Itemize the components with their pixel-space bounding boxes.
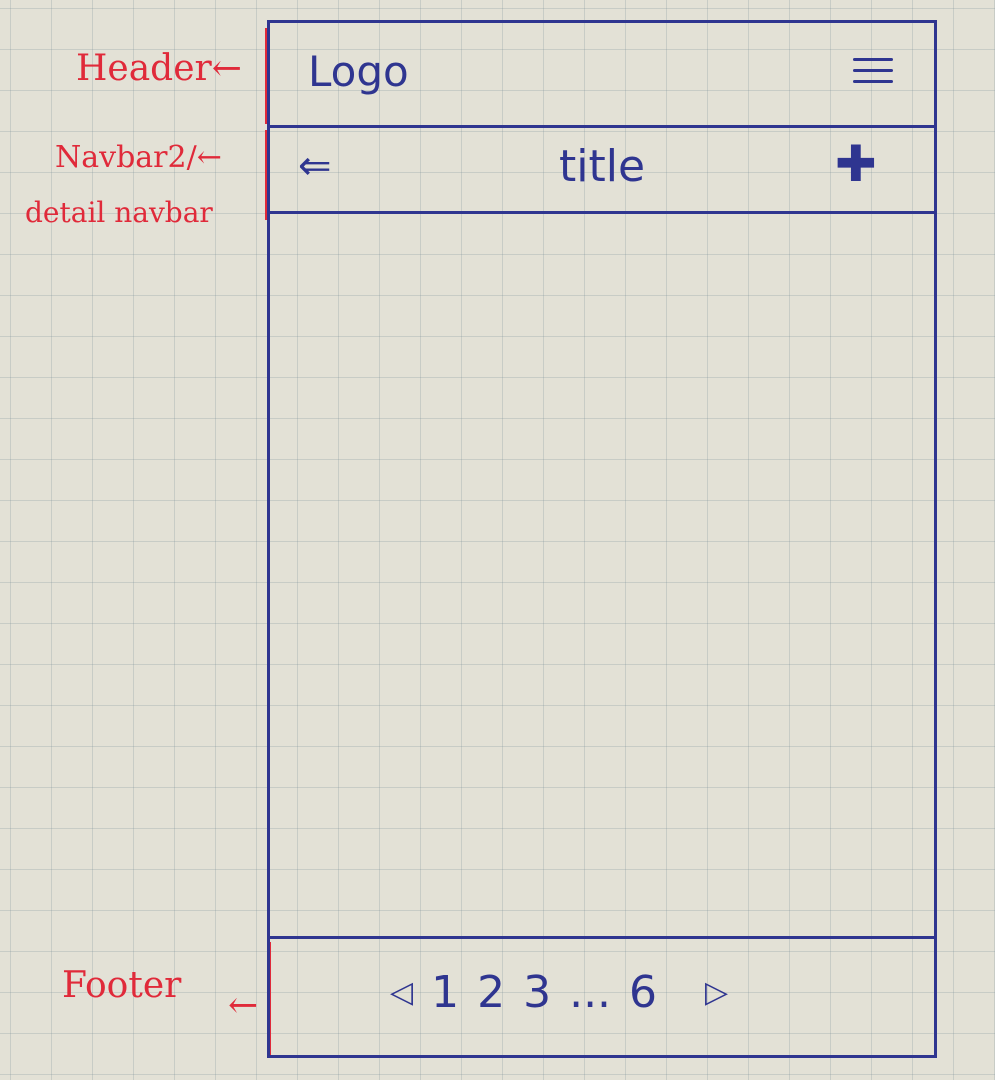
footer-arrow: ← (228, 985, 259, 1026)
navbar-annotation-detail: detail navbar (25, 196, 213, 229)
page-ellipsis: ... (569, 967, 612, 1018)
logo[interactable]: Logo (308, 47, 409, 96)
page-link-6[interactable]: 6 (629, 967, 657, 1018)
detail-navbar: ⇐ title ✚ (270, 125, 934, 214)
pagination: ◁ 1 2 3 ... 6 ▷ (390, 967, 728, 1018)
page-link-2[interactable]: 2 (477, 967, 505, 1018)
next-page-icon[interactable]: ▷ (705, 975, 728, 1010)
page-link-3[interactable]: 3 (523, 967, 551, 1018)
navbar-annotation: Navbar2/← (55, 140, 222, 175)
footer-annotation: Footer (62, 965, 182, 1006)
page-link-1[interactable]: 1 (431, 967, 459, 1018)
header-arrow: ← (211, 48, 242, 89)
phone-wireframe: Logo ⇐ title ✚ ◁ 1 2 3 ... 6 ▷ (267, 20, 937, 1058)
hamburger-menu-icon[interactable] (853, 58, 893, 88)
header-annotation: Header← (76, 48, 242, 89)
add-icon[interactable]: ✚ (835, 135, 877, 193)
prev-page-icon[interactable]: ◁ (390, 975, 413, 1010)
header: Logo (270, 23, 934, 128)
footer: ◁ 1 2 3 ... 6 ▷ (270, 936, 934, 1055)
navbar-arrow: ← (196, 140, 222, 175)
content-area (270, 214, 934, 936)
